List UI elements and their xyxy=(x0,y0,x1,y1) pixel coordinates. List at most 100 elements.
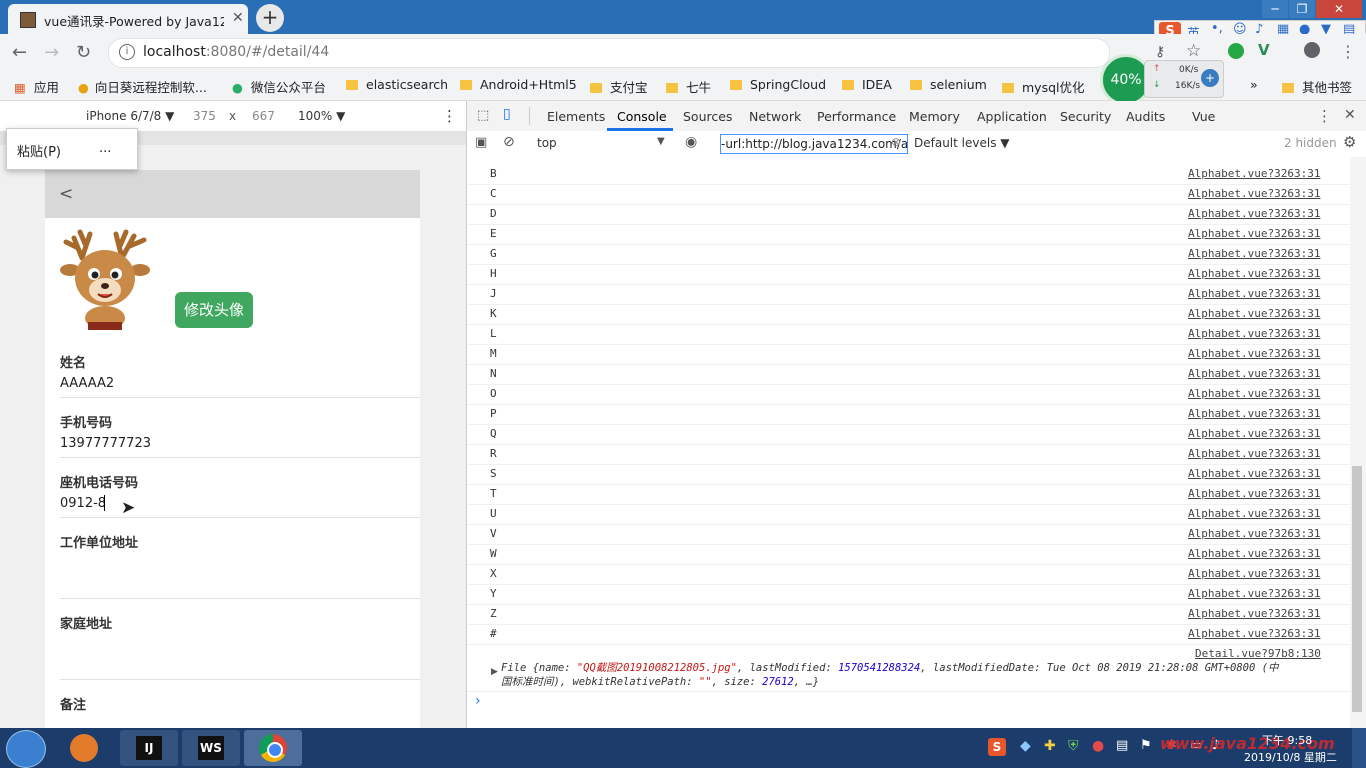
bookmark-sunlogin[interactable]: ● 向日葵远程控制软... xyxy=(78,77,207,96)
log-source-link[interactable]: Alphabet.vue?3263:31 xyxy=(1188,507,1320,520)
tab-memory[interactable]: Memory xyxy=(909,109,960,124)
bookmark-elasticsearch[interactable]: elasticsearch xyxy=(346,77,448,92)
log-source-link[interactable]: Alphabet.vue?3263:31 xyxy=(1188,547,1320,560)
expand-triangle-icon[interactable]: ▶ xyxy=(491,667,498,677)
devtools-menu-icon[interactable]: ⋮ xyxy=(1317,107,1332,125)
log-levels-select[interactable]: Default levels ▼ xyxy=(914,136,1010,150)
devtools-close-icon[interactable]: ✕ xyxy=(1344,107,1356,123)
change-avatar-button[interactable]: 修改头像 xyxy=(175,292,253,328)
console-settings-gear-icon[interactable]: ⚙ xyxy=(1343,133,1356,151)
minimize-button[interactable]: ─ xyxy=(1262,0,1288,18)
tray-flag-icon[interactable]: ⚑ xyxy=(1140,738,1152,753)
log-source-link[interactable]: Alphabet.vue?3263:31 xyxy=(1188,387,1320,400)
log-source-link[interactable]: Alphabet.vue?3263:31 xyxy=(1188,487,1320,500)
taskbar-intellij-icon[interactable]: IJ xyxy=(120,730,178,766)
bookmark-apps[interactable]: ▦ 应用 xyxy=(14,77,59,96)
log-source-link[interactable]: Alphabet.vue?3263:31 xyxy=(1188,347,1320,360)
log-source-link[interactable]: Alphabet.vue?3263:31 xyxy=(1188,307,1320,320)
start-button[interactable] xyxy=(6,730,46,768)
log-source-link[interactable]: Alphabet.vue?3263:31 xyxy=(1188,187,1320,200)
inspect-element-icon[interactable]: ⬚ xyxy=(477,108,489,123)
vue-devtools-icon[interactable]: V xyxy=(1258,41,1270,59)
show-desktop-button[interactable] xyxy=(1352,728,1366,768)
bookmarks-overflow-button[interactable]: » xyxy=(1250,77,1258,92)
forward-icon[interactable]: → xyxy=(44,42,59,63)
bookmark-wechat[interactable]: ● 微信公众平台 xyxy=(232,77,326,96)
detail-source-link[interactable]: Detail.vue?97b8:130 xyxy=(1195,647,1321,660)
tab-performance[interactable]: Performance xyxy=(817,109,896,124)
back-icon[interactable]: ← xyxy=(12,42,27,63)
log-source-link[interactable]: Alphabet.vue?3263:31 xyxy=(1188,247,1320,260)
bookmark-qiniu[interactable]: 七牛 xyxy=(666,77,711,96)
live-expression-eye-icon[interactable]: ◉ xyxy=(685,134,697,150)
network-speed-widget[interactable]: 40% ↑ 0K/s ↓ 16K/s + xyxy=(1100,54,1224,106)
bookmark-idea[interactable]: IDEA xyxy=(842,77,892,92)
context-select[interactable]: top xyxy=(537,136,557,150)
taskbar-app-photos-icon[interactable] xyxy=(58,730,116,766)
log-source-link[interactable]: Alphabet.vue?3263:31 xyxy=(1188,567,1320,580)
log-source-link[interactable]: Alphabet.vue?3263:31 xyxy=(1188,527,1320,540)
log-source-link[interactable]: Alphabet.vue?3263:31 xyxy=(1188,267,1320,280)
tray-plus-icon[interactable]: ✚ xyxy=(1044,738,1056,754)
other-bookmarks[interactable]: 其他书签 xyxy=(1282,77,1352,96)
log-source-link[interactable]: Alphabet.vue?3263:31 xyxy=(1188,207,1320,220)
zoom-select[interactable]: 100% ▼ xyxy=(298,109,345,123)
log-source-link[interactable]: Alphabet.vue?3263:31 xyxy=(1188,167,1320,180)
name-input[interactable]: AAAAA2 xyxy=(60,376,114,391)
maximize-button[interactable]: ❐ xyxy=(1289,0,1315,18)
profile-avatar-icon[interactable] xyxy=(1304,42,1320,58)
tab-security[interactable]: Security xyxy=(1060,109,1111,124)
tray-sogou-icon[interactable]: S xyxy=(988,738,1006,756)
console-prompt-icon[interactable]: › xyxy=(475,693,481,709)
context-dropdown-icon[interactable]: ▼ xyxy=(657,136,665,147)
clear-filter-icon[interactable]: ⊗ xyxy=(891,135,901,149)
device-select[interactable]: iPhone 6/7/8 ▼ xyxy=(86,109,174,123)
url-text[interactable]: localhost:8080/#/detail/44 xyxy=(143,44,329,60)
log-source-link[interactable]: Alphabet.vue?3263:31 xyxy=(1188,627,1320,640)
menu-kebab-icon[interactable]: ⋮ xyxy=(1340,42,1356,61)
bookmark-selenium[interactable]: selenium xyxy=(910,77,987,92)
log-source-link[interactable]: Alphabet.vue?3263:31 xyxy=(1188,287,1320,300)
tab-console[interactable]: Console xyxy=(617,109,667,124)
tray-cube-icon[interactable]: ◆ xyxy=(1020,738,1031,754)
boost-plus-icon[interactable]: + xyxy=(1201,69,1219,87)
new-tab-button[interactable]: + xyxy=(256,4,284,32)
device-toggle-icon[interactable]: ▯ xyxy=(503,106,511,122)
log-source-link[interactable]: Alphabet.vue?3263:31 xyxy=(1188,327,1320,340)
log-source-link[interactable]: Alphabet.vue?3263:31 xyxy=(1188,227,1320,240)
device-menu-icon[interactable]: ⋮ xyxy=(442,107,457,125)
log-source-link[interactable]: Alphabet.vue?3263:31 xyxy=(1188,447,1320,460)
tab-elements[interactable]: Elements xyxy=(547,109,605,124)
log-source-link[interactable]: Alphabet.vue?3263:31 xyxy=(1188,407,1320,420)
bookmark-android-html5[interactable]: Android+Html5 xyxy=(460,77,577,92)
viewport-width[interactable]: 375 xyxy=(193,109,216,123)
clear-console-icon[interactable]: ⊘ xyxy=(503,134,515,150)
taskbar-webstorm-icon[interactable]: WS xyxy=(182,730,240,766)
tray-antivirus-icon[interactable]: ● xyxy=(1092,738,1104,754)
work-address-textarea[interactable] xyxy=(60,554,420,596)
bookmark-alipay[interactable]: 支付宝 xyxy=(590,77,648,96)
tab-vue[interactable]: Vue xyxy=(1192,109,1215,124)
reload-icon[interactable]: ↻ xyxy=(76,42,91,63)
log-source-link[interactable]: Alphabet.vue?3263:31 xyxy=(1188,607,1320,620)
clock-time[interactable]: 下午 9:58 xyxy=(1262,732,1312,748)
file-object-log[interactable]: File {name: "QQ截图20191008212805.jpg", la… xyxy=(501,661,1331,689)
close-window-button[interactable]: ✕ xyxy=(1316,0,1362,18)
tab-sources[interactable]: Sources xyxy=(683,109,732,124)
extension-icon[interactable] xyxy=(1228,43,1244,59)
address-bar[interactable]: i localhost:8080/#/detail/44 xyxy=(108,38,1110,68)
more-menu-item[interactable]: ... xyxy=(99,141,111,156)
bookmark-mysql[interactable]: mysql优化 xyxy=(1002,77,1085,96)
mobile-input[interactable]: 13977777723 xyxy=(60,436,151,451)
site-info-icon[interactable]: i xyxy=(119,44,135,60)
console-filter-input[interactable]: -url:http://blog.java1234.com/a xyxy=(720,134,908,154)
tab-close-icon[interactable]: ✕ xyxy=(232,10,244,26)
tray-shield-icon[interactable]: ⛨ xyxy=(1068,738,1079,754)
sidebar-toggle-icon[interactable]: ▣ xyxy=(475,135,487,150)
tab-audits[interactable]: Audits xyxy=(1126,109,1165,124)
scrollbar-thumb[interactable] xyxy=(1352,466,1362,712)
back-chevron-icon[interactable]: < xyxy=(59,184,73,204)
tab-application[interactable]: Application xyxy=(977,109,1047,124)
browser-tab[interactable]: vue通讯录-Powered by Java12 ✕ xyxy=(8,4,248,34)
viewport-height[interactable]: 667 xyxy=(252,109,275,123)
